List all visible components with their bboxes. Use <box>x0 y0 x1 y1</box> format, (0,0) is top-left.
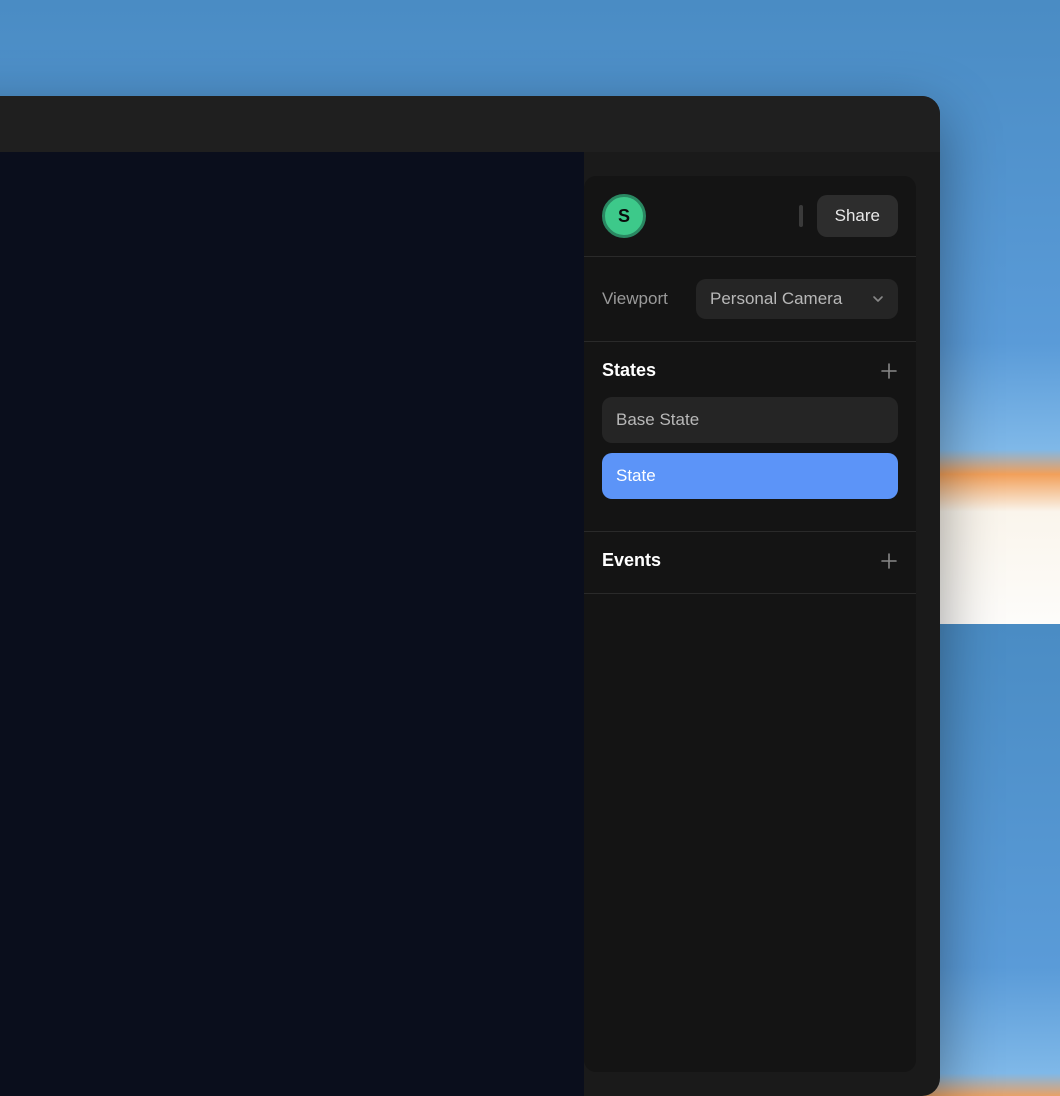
share-label: Share <box>835 206 880 225</box>
window-content: S Share Viewport Personal Camera <box>0 152 940 1096</box>
app-window: S Share Viewport Personal Camera <box>0 96 940 1096</box>
plus-icon[interactable] <box>880 362 898 380</box>
states-section: States Base State State <box>584 342 916 532</box>
events-header: Events <box>602 550 898 571</box>
sidebar-header: S Share <box>584 176 916 257</box>
state-label: Base State <box>616 410 699 429</box>
states-header: States <box>602 360 898 381</box>
state-item-base[interactable]: Base State <box>602 397 898 443</box>
plus-icon[interactable] <box>880 552 898 570</box>
viewport-selected-value: Personal Camera <box>710 289 842 309</box>
viewport-row: Viewport Personal Camera <box>584 257 916 342</box>
window-titlebar <box>0 96 940 152</box>
events-section: Events <box>584 532 916 594</box>
header-divider <box>799 205 803 227</box>
viewport-label: Viewport <box>602 289 668 309</box>
share-button[interactable]: Share <box>817 195 898 237</box>
viewport-select[interactable]: Personal Camera <box>696 279 898 319</box>
state-item-active[interactable]: State <box>602 453 898 499</box>
canvas-area[interactable] <box>0 152 584 1096</box>
avatar[interactable]: S <box>602 194 646 238</box>
chevron-down-icon <box>872 293 884 305</box>
states-title: States <box>602 360 656 381</box>
inspector-sidebar: S Share Viewport Personal Camera <box>584 176 916 1072</box>
events-title: Events <box>602 550 661 571</box>
avatar-initial: S <box>618 206 630 227</box>
state-label: State <box>616 466 656 485</box>
header-right: Share <box>799 195 898 237</box>
